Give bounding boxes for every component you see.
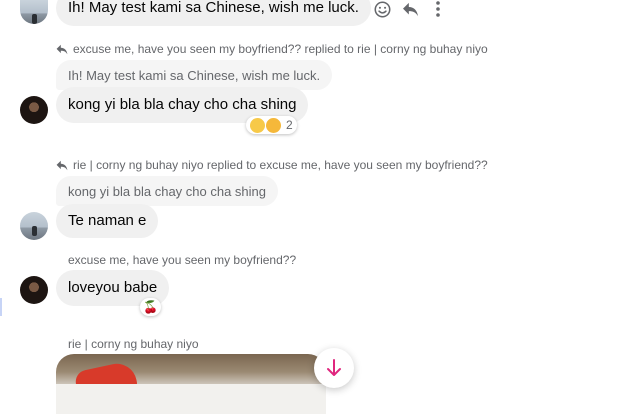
reply-button[interactable] (400, 0, 420, 18)
quoted-text: Ih! May test kami sa Chinese, wish me lu… (68, 67, 321, 83)
message-bubble[interactable]: Ih! May test kami sa Chinese, wish me lu… (56, 0, 371, 26)
message-text: Ih! May test kami sa Chinese, wish me lu… (68, 0, 359, 16)
laughing-face-icon (266, 117, 281, 133)
message-bubble[interactable]: Te naman e (56, 204, 159, 238)
reply-header-text: excuse me, have you seen my boyfriend?? … (73, 42, 488, 56)
scroll-to-bottom-button[interactable] (314, 348, 354, 388)
message-text: loveyou babe (68, 279, 158, 296)
avatar[interactable] (20, 0, 48, 24)
sender-name-text: rie | corny ng buhay niyo (68, 337, 199, 351)
avatar[interactable] (20, 212, 48, 240)
smiley-icon (374, 1, 390, 17)
scroll-edge-marker (0, 298, 2, 316)
arrow-down-icon (327, 359, 341, 376)
photo-attachment[interactable] (56, 354, 326, 414)
avatar[interactable] (20, 276, 48, 304)
sender-name: rie | corny ng buhay niyo (68, 337, 199, 351)
avatar[interactable] (20, 96, 48, 124)
reply-icon (402, 2, 418, 16)
sender-name-text: excuse me, have you seen my boyfriend?? (68, 253, 297, 267)
reply-header: excuse me, have you seen my boyfriend?? … (56, 42, 488, 56)
quoted-message[interactable]: Ih! May test kami sa Chinese, wish me lu… (56, 60, 333, 90)
more-button[interactable] (430, 0, 446, 18)
reply-header: rie | corny ng buhay niyo replied to exc… (56, 158, 488, 172)
crying-face-icon (250, 117, 265, 133)
reply-icon (56, 160, 68, 170)
sender-name: excuse me, have you seen my boyfriend?? (68, 253, 296, 267)
message-text: kong yi bla bla chay cho cha shing (68, 96, 297, 113)
reaction-pill[interactable]: 2 (246, 116, 297, 134)
photo-content (56, 384, 326, 414)
reply-icon (56, 44, 68, 54)
reaction-count: 2 (286, 118, 293, 132)
quoted-message[interactable]: kong yi bla bla chay cho cha shing (56, 176, 279, 206)
more-icon (436, 1, 440, 17)
quoted-text: kong yi bla bla chay cho cha shing (68, 183, 267, 199)
reaction-pill[interactable]: 🍒 (140, 298, 161, 316)
reply-header-text: rie | corny ng buhay niyo replied to exc… (73, 158, 488, 172)
cherry-icon: 🍒 (143, 300, 158, 314)
react-button[interactable] (372, 0, 392, 18)
message-text: Te naman e (68, 212, 147, 229)
